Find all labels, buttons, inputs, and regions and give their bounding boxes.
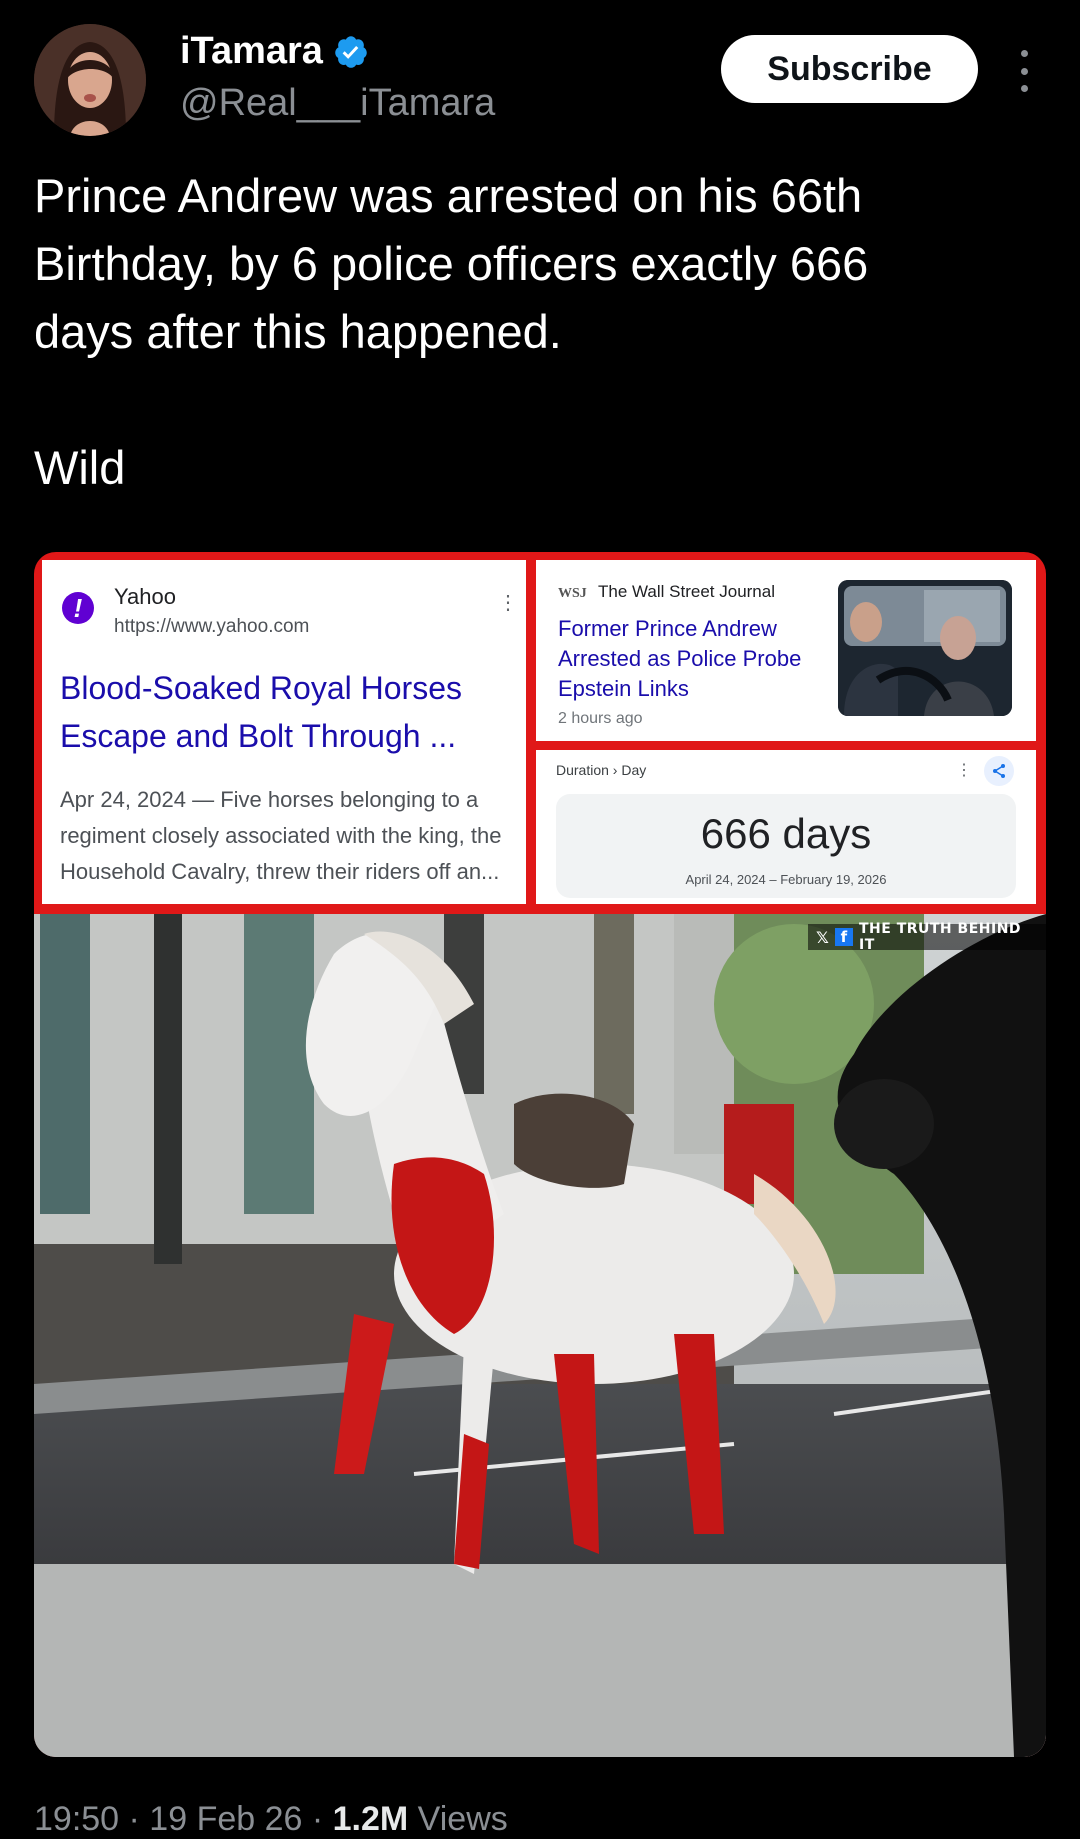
duration-value: 666 days <box>700 810 872 857</box>
tweet-meta: 19:50 · 19 Feb 26 · 1.2M Views <box>34 1800 508 1839</box>
yahoo-search-result: ! Yahoo https://www.yahoo.com ⋮ Blood-So… <box>42 560 526 904</box>
more-options-icon[interactable] <box>1012 50 1036 92</box>
tweet-timestamp[interactable]: 19:50 · 19 Feb 26 · <box>34 1800 333 1838</box>
watermark-text: THE TRUTH BEHIND IT <box>858 921 1022 953</box>
share-icon <box>984 756 1014 786</box>
result-url: https://www.yahoo.com <box>114 616 310 637</box>
views-label: Views <box>408 1800 508 1838</box>
horse-photo: 𝕏 f THE TRUTH BEHIND IT <box>34 914 1046 1757</box>
views-count: 1.2M <box>332 1800 409 1838</box>
author-handle[interactable]: @Real___iTamara <box>180 82 495 125</box>
news-title: Former Prince Andrew Arrested as Police … <box>558 616 802 701</box>
result-title: Blood-Soaked Royal Horses Escape and Bol… <box>60 670 462 754</box>
news-time: 2 hours ago <box>558 710 643 727</box>
wsj-logo: WSJ <box>558 586 587 601</box>
news-site-name: The Wall Street Journal <box>598 582 775 601</box>
calculator-result-box: 666 days April 24, 2024 – February 19, 2… <box>556 794 1016 898</box>
avatar[interactable] <box>34 24 146 136</box>
display-name[interactable]: iTamara <box>180 30 323 73</box>
duration-calculator: Duration › Day ⋮ 666 days April 24, 2024… <box>536 750 1036 904</box>
wsj-news-result: WSJ The Wall Street Journal Former Princ… <box>536 560 1036 741</box>
verified-badge-icon <box>335 35 367 68</box>
subscribe-button[interactable]: Subscribe <box>721 35 978 103</box>
news-thumbnail <box>838 580 1012 716</box>
duration-range: April 24, 2024 – February 19, 2026 <box>685 872 887 887</box>
result-snippet: Apr 24, 2024 — Five horses belonging to … <box>60 787 502 884</box>
calculator-breadcrumb: Duration › Day <box>556 762 647 778</box>
facebook-logo-icon: f <box>835 928 853 946</box>
tweet-media-image[interactable]: ! Yahoo https://www.yahoo.com ⋮ Blood-So… <box>34 552 1046 1757</box>
calculator-menu-icon: ⋮ <box>956 762 972 779</box>
watermark: 𝕏 f THE TRUTH BEHIND IT <box>808 921 1046 953</box>
result-site-name: Yahoo <box>114 584 176 609</box>
yahoo-logo-icon: ! <box>62 592 94 624</box>
result-menu-icon: ⋮ <box>498 592 518 614</box>
x-logo-icon: 𝕏 <box>816 927 830 947</box>
author-name-row: iTamara <box>180 30 369 73</box>
tweet-text: Prince Andrew was arrested on his 66th B… <box>34 169 869 494</box>
